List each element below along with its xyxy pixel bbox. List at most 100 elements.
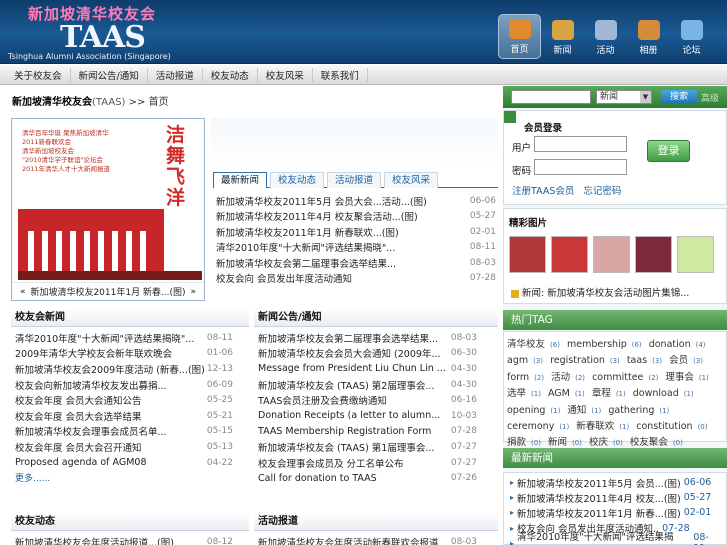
next-slide-button[interactable]: » [190, 287, 196, 297]
item-title[interactable]: 校友会年度 会员大会召开通知 [15, 440, 142, 454]
item-title[interactable]: 校友会年度 会员大会选举结果 [15, 409, 142, 423]
advanced-search-link[interactable]: 高级 [701, 91, 719, 104]
topnav-item[interactable]: 相册 [627, 14, 670, 59]
tag-link[interactable]: 会员 (3) [669, 355, 703, 366]
item-title[interactable]: Donation Receipts (a letter to alumn... [258, 410, 440, 421]
item-title[interactable]: 校友会向 会员发出年度活动通知 [216, 271, 352, 285]
tag-link[interactable]: 理事会 (1) [665, 372, 708, 383]
item-title[interactable]: 2009年清华大学校友会新年联欢晚会 [15, 346, 172, 360]
item-title[interactable]: Call for donation to TAAS [258, 473, 377, 484]
news-tab[interactable]: 活动报道 [327, 172, 382, 188]
tag-link[interactable]: 新闻 (0) [548, 437, 582, 448]
tag-link[interactable]: 校友聚会 (0) [630, 437, 683, 448]
item-title[interactable]: 新加坡清华校友会第二届理事会选举结果... [216, 256, 396, 270]
item-title[interactable]: 校友会向新加坡清华校友发出募捐... [15, 378, 167, 392]
side-news-title[interactable]: 新加坡清华校友2011年5月 会员...(图) [517, 476, 681, 490]
item-title[interactable]: 新加坡清华校友会 (TAAS) 第1届理事会... [258, 440, 434, 454]
login-button[interactable]: 登录 [647, 140, 690, 162]
breadcrumb-site[interactable]: 新加坡清华校友会 [12, 97, 92, 108]
prev-slide-button[interactable]: « [20, 287, 26, 297]
item-title[interactable]: 新加坡清华校友2011年4月 校友聚会活动...(图) [216, 209, 418, 223]
item-title[interactable]: 新加坡清华校友会会员大会通知 (2009年... [258, 346, 440, 360]
item-title[interactable]: 清华2010年度"十大新闻"评选结果揭晓"... [15, 331, 194, 345]
item-title[interactable]: 新加坡清华校友2011年1月 新春联欢...(图) [216, 225, 399, 239]
logo-taas[interactable]: TAAS [60, 20, 146, 55]
photo-thumbnail[interactable] [509, 236, 546, 273]
topnav-label: 论坛 [682, 46, 701, 56]
register-link[interactable]: 注册TAAS会员 [512, 186, 574, 197]
tag-link[interactable]: download (1) [633, 388, 694, 399]
tag-link[interactable]: ceremony (1) [507, 421, 569, 432]
menu-item[interactable]: 校友风采 [258, 67, 313, 82]
item-title[interactable]: 新加坡清华校友会年度活动报道...(图) [15, 535, 174, 545]
tag-link[interactable]: agm (3) [507, 355, 543, 366]
menu-item[interactable]: 联系我们 [313, 67, 368, 82]
item-title[interactable]: 新加坡清华校友会年度活动新春联欢会报道 [258, 535, 439, 545]
more-link[interactable]: 更多...... [15, 470, 233, 484]
username-field[interactable] [534, 136, 627, 152]
item-title[interactable]: Proposed agenda of AGM08 [15, 457, 147, 468]
tag-link[interactable]: donation (4) [649, 339, 706, 350]
tag-link[interactable]: AGM (1) [548, 388, 585, 399]
menu-item[interactable]: 校友动态 [203, 67, 258, 82]
tag-link[interactable]: 捐款 (0) [507, 437, 541, 448]
item-title[interactable]: 校友会理事会成员及 分工名单公布 [258, 456, 404, 470]
item-title[interactable]: 新加坡清华校友会理事会成员名单... [15, 424, 167, 438]
menu-item[interactable]: 关于校友会 [6, 67, 71, 82]
item-title[interactable]: 新加坡清华校友会2009年度活动 (新春...(图) [15, 362, 205, 376]
item-title[interactable]: 校友会年度 会员大会通知公告 [15, 393, 142, 407]
tag-link[interactable]: 校庆 (0) [589, 437, 623, 448]
search-input[interactable] [511, 90, 591, 104]
side-news-title[interactable]: 新加坡清华校友2011年1月 新春...(图) [517, 506, 681, 520]
tag-name: opening [507, 404, 546, 416]
tag-link[interactable]: taas (3) [627, 355, 662, 366]
tag-link[interactable]: constitution (0) [636, 421, 707, 432]
topnav-item[interactable]: 新闻 [541, 14, 584, 59]
tag-link[interactable]: 选举 (1) [507, 388, 541, 399]
topnav-item[interactable]: 活动 [584, 14, 627, 59]
tag-link[interactable]: membership (6) [567, 339, 642, 350]
side-news-title[interactable]: 新加坡清华校友2011年4月 校友...(图) [517, 491, 681, 505]
photo-thumbnail[interactable] [593, 236, 630, 273]
tag-link[interactable]: 新春联欢 (1) [576, 421, 629, 432]
topnav-item[interactable]: 论坛 [670, 14, 713, 59]
news-tab[interactable]: 校友动态 [270, 172, 325, 188]
tag-link[interactable]: 章程 (1) [592, 388, 626, 399]
menu-item[interactable]: 活动报道 [148, 67, 203, 82]
photo-thumbnail[interactable] [635, 236, 672, 273]
slide-caption[interactable]: 新加坡清华校友2011年1月 新春...(图) [30, 285, 185, 298]
search-category-select[interactable]: 新闻 ▼ [596, 90, 652, 104]
tag-link[interactable]: 清华校友 (6) [507, 339, 560, 350]
tag-link[interactable]: form (2) [507, 372, 544, 383]
search-button[interactable]: 搜索 [661, 90, 697, 104]
item-title[interactable]: 新加坡清华校友会第二届理事会选举结果... [258, 331, 438, 345]
tag-link[interactable]: gathering (1) [608, 405, 669, 416]
item-title[interactable]: 新加坡清华校友2011年5月 会员大会...活动...(图) [216, 194, 427, 208]
tag-link[interactable]: registration (3) [550, 355, 620, 366]
photo-thumbnail[interactable] [677, 236, 714, 273]
item-title[interactable]: TAAS Membership Registration Form [258, 426, 431, 437]
photo-caption[interactable]: 新闻: 新加坡清华校友会活动图片集锦... [511, 285, 689, 299]
forgot-password-link[interactable]: 忘记密码 [583, 186, 621, 197]
password-field[interactable] [534, 159, 627, 175]
item-date: 08-03 [469, 257, 496, 268]
tag-link[interactable]: opening (1) [507, 405, 560, 416]
news-tab[interactable]: 最新新闻 [213, 172, 268, 188]
item-title[interactable]: 清华2010年度"十大新闻"评选结果揭晓"... [216, 240, 395, 254]
tag-link[interactable]: 通知 (1) [567, 405, 601, 416]
item-title[interactable]: Message from President Liu Chun Lin ... [258, 363, 446, 374]
side-news-date: 08-11 [693, 532, 709, 545]
tag-link[interactable]: committee (2) [592, 372, 658, 383]
featured-poster-image[interactable]: 清华百年华诞 聚焦新加坡清华 2011新春联欢会 清华新加坡校友会 "2010清华学子… [14, 121, 202, 280]
photo-thumbnail[interactable] [551, 236, 588, 273]
tag-link[interactable]: 活动 (2) [551, 372, 585, 383]
item-title[interactable]: 新加坡清华校友会 (TAAS) 第2届理事会... [258, 378, 434, 392]
menu-item[interactable]: 新闻公告/通知 [71, 67, 148, 82]
tag-count: (3) [609, 357, 620, 366]
topnav-item[interactable]: 首页 [498, 14, 541, 59]
news-tab[interactable]: 校友风采 [384, 172, 439, 188]
tag-name: 新春联欢 [576, 421, 615, 433]
item-title[interactable]: TAAS会员注册及会费缴纳通知 [258, 393, 387, 407]
side-news-title[interactable]: 清华2010年度"十大新闻"评选结果揭晓"... [517, 529, 690, 545]
list-item: 校友会向新加坡清华校友发出募捐... 06-09 [15, 377, 233, 393]
